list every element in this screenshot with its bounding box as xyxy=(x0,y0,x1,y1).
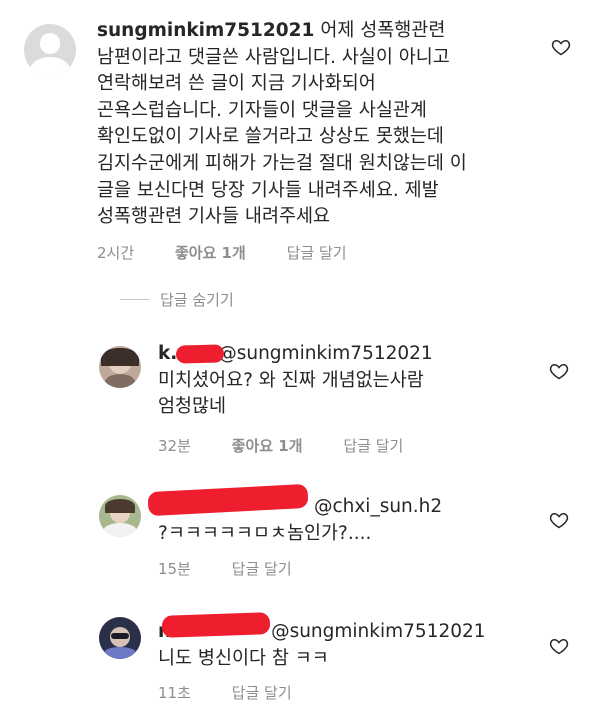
reply-likes[interactable]: 좋아요 1개 xyxy=(232,437,303,455)
hide-replies-label: 답글 숨기기 xyxy=(160,291,234,309)
default-avatar-icon[interactable] xyxy=(24,24,76,76)
comment-line: 남편이라고 댓글쓴 사람입니다. 사실이 아니고 xyxy=(97,46,450,68)
heart-outline-icon[interactable] xyxy=(549,510,569,530)
reply-button[interactable]: 답글 달기 xyxy=(287,244,347,262)
reply-mention[interactable]: @chxi_sun.h2 xyxy=(314,496,442,517)
reply-time: 15분 xyxy=(158,560,191,578)
avatar[interactable] xyxy=(99,346,141,388)
heart-outline-icon[interactable] xyxy=(549,361,569,381)
avatar[interactable] xyxy=(99,617,141,659)
avatar[interactable] xyxy=(99,495,141,537)
comment-likes[interactable]: 좋아요 1개 xyxy=(175,244,246,262)
hide-replies-toggle[interactable]: 답글 숨기기 xyxy=(120,289,234,310)
redaction-mark xyxy=(175,344,225,364)
reply-button[interactable]: 답글 달기 xyxy=(232,560,292,578)
comment-time: 2시간 xyxy=(97,244,135,262)
comment-line: 김지수군에게 피해가 가는걸 절대 원치않는데 이 xyxy=(97,152,467,174)
heart-outline-icon[interactable] xyxy=(551,37,571,57)
reply-mention[interactable]: @sungminkim7512021 xyxy=(218,343,432,364)
comment-line: 글을 보신다면 당장 기사들 내려주세요. 제발 xyxy=(97,179,439,201)
reply-line: ?ㅋㅋㅋㅋㅋㅁㅊ놈인가?.... xyxy=(158,522,372,544)
comment-line: 성폭행관련 기사들 내려주세요 xyxy=(97,206,331,228)
reply-time: 32분 xyxy=(158,437,191,455)
redaction-mark xyxy=(161,612,271,638)
reply-line: 니도 병신이다 참 ㅋㅋ xyxy=(158,647,329,669)
main-comment-text: sungminkim7512021 어제 성폭행관련 남편이라고 댓글쓴 사람입… xyxy=(97,18,557,231)
comment-line: 확인도없이 기사로 쓸거라고 상상도 못했는데 xyxy=(97,126,444,148)
divider-line xyxy=(120,299,150,300)
comment-line: 곤욕스럽습니다. 기자들이 댓글을 사실관계 xyxy=(97,99,427,121)
heart-outline-icon[interactable] xyxy=(549,636,569,656)
comment-text-first: 어제 성폭행관련 xyxy=(320,20,446,41)
reply-time: 11초 xyxy=(158,684,191,702)
reply-meta: 32분 좋아요 1개 답글 달기 xyxy=(158,435,439,456)
comment-meta: 2시간 좋아요 1개 답글 달기 xyxy=(97,242,383,263)
reply-meta: 11초 답글 달기 xyxy=(158,682,328,703)
comment-line: 연락해보려 쓴 글이 지금 기사화되어 xyxy=(97,73,376,95)
reply-button[interactable]: 답글 달기 xyxy=(232,684,292,702)
reply-meta: 15분 답글 달기 xyxy=(158,558,328,579)
reply-line: 엄청많네 xyxy=(158,396,227,418)
reply-mention[interactable]: @sungminkim7512021 xyxy=(271,621,485,642)
reply-button[interactable]: 답글 달기 xyxy=(343,437,403,455)
reply-line: 미치셨어요? 와 진짜 개념없는사람 xyxy=(158,369,424,391)
comment-username[interactable]: sungminkim7512021 xyxy=(97,20,314,41)
